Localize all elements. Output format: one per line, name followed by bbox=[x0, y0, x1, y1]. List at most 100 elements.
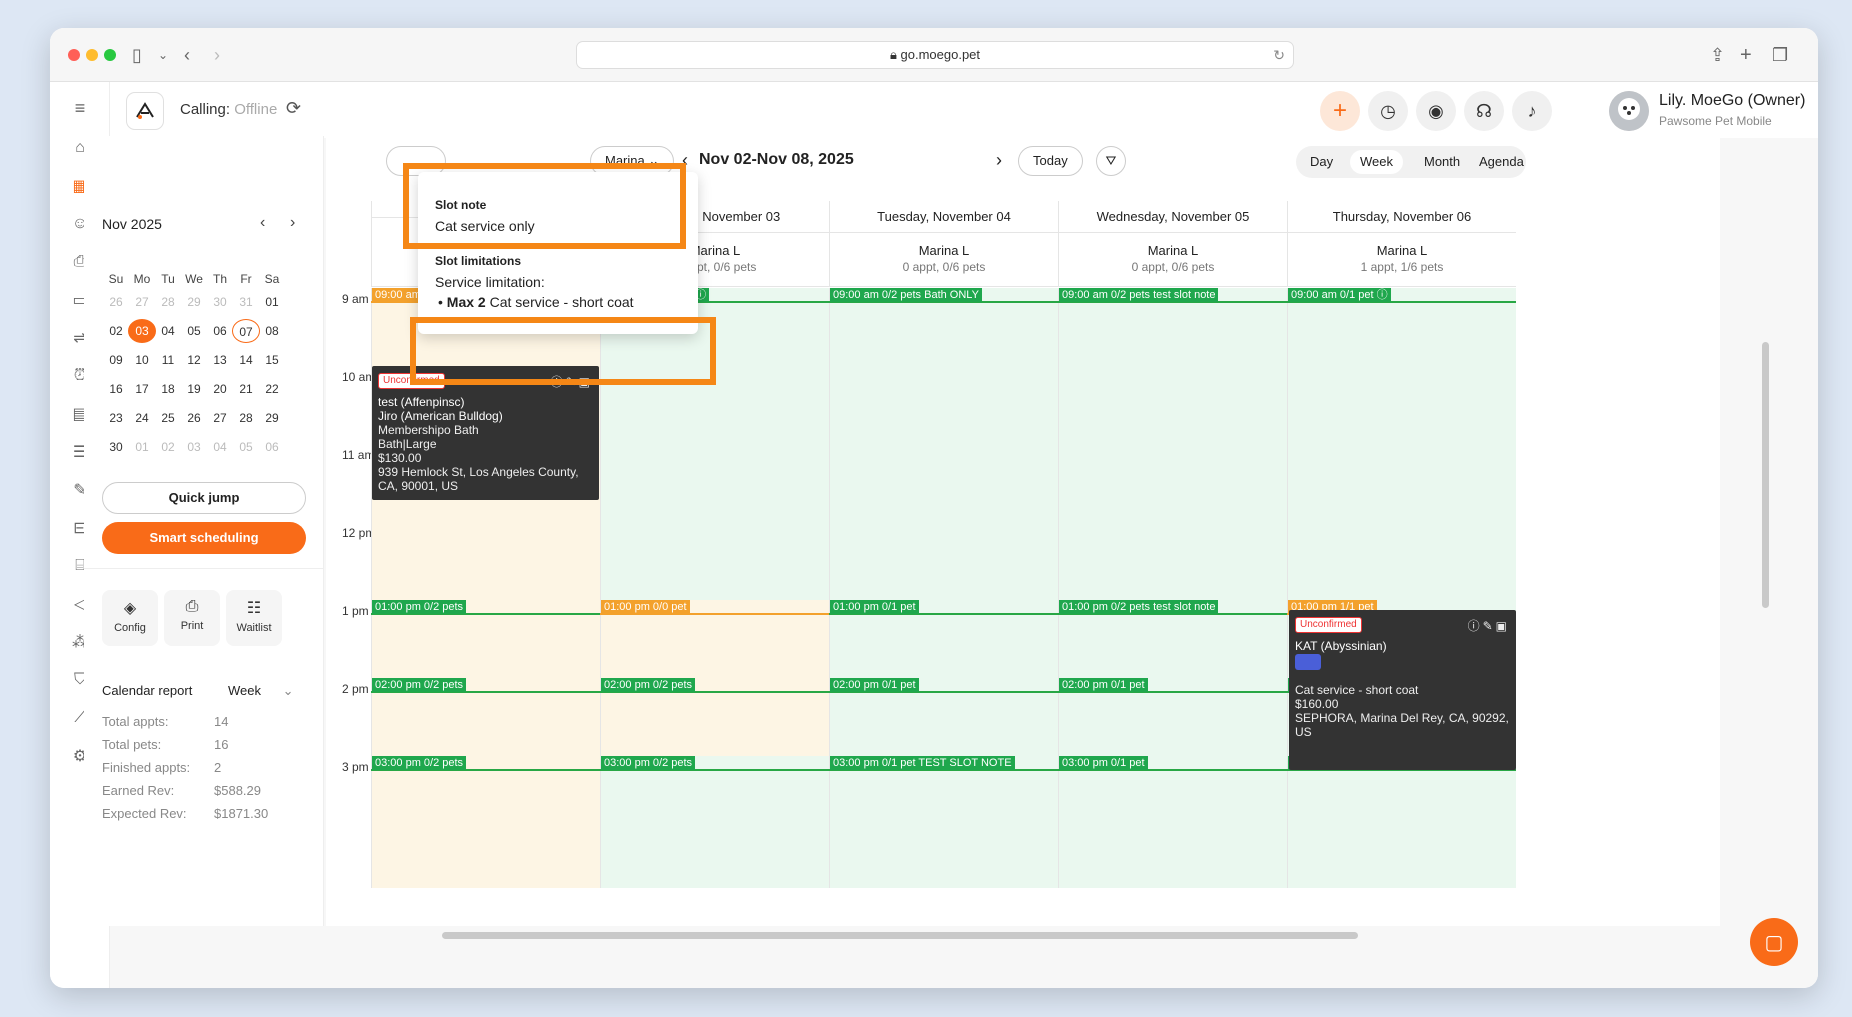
chevron-down-icon[interactable]: ⌄ bbox=[158, 43, 168, 67]
mini-calendar-day[interactable]: 26 bbox=[102, 290, 130, 314]
mini-calendar-day[interactable]: 01 bbox=[128, 435, 156, 459]
mini-calendar-day[interactable]: 13 bbox=[206, 348, 234, 372]
mini-calendar-day[interactable]: 03 bbox=[180, 435, 208, 459]
slot-label[interactable]: 02:00 pm 0/1 pet bbox=[830, 678, 919, 692]
tab-day[interactable]: Day bbox=[1310, 152, 1333, 172]
slot-label[interactable]: 03:00 pm 0/2 pets bbox=[372, 756, 467, 770]
mini-calendar-day[interactable]: 14 bbox=[232, 348, 260, 372]
avatar[interactable] bbox=[1609, 91, 1649, 131]
share-icon[interactable]: ⇪ bbox=[1710, 43, 1725, 67]
moego-logo[interactable] bbox=[126, 92, 164, 130]
filter-icon[interactable]: ⛛ bbox=[1096, 146, 1126, 176]
mini-calendar-day[interactable]: 24 bbox=[128, 406, 156, 430]
mini-calendar-day[interactable]: 08 bbox=[258, 319, 286, 343]
headset-icon[interactable]: ☊ bbox=[1464, 91, 1504, 131]
tab-agenda[interactable]: Agenda bbox=[1479, 152, 1524, 172]
mini-calendar-day[interactable]: 31 bbox=[232, 290, 260, 314]
add-button[interactable]: + bbox=[1320, 91, 1360, 131]
appointment-card[interactable]: Unconfirmed ⓘ✎▣ test (Affenpinsc) Jiro (Ame… bbox=[372, 366, 599, 500]
slot-label[interactable]: 02:00 pm 0/1 pet bbox=[1059, 678, 1148, 692]
slot-label[interactable]: 09:00 am 0/1 pet ⓘ bbox=[1288, 288, 1391, 302]
mini-calendar-day[interactable]: 06 bbox=[206, 319, 234, 343]
mini-calendar-day[interactable]: 05 bbox=[232, 435, 260, 459]
slot-label[interactable]: 01:00 pm 0/1 pet bbox=[830, 600, 919, 614]
mini-calendar-day[interactable]: 09 bbox=[102, 348, 130, 372]
mini-calendar-day[interactable]: 28 bbox=[154, 290, 182, 314]
mini-calendar-day[interactable]: 29 bbox=[180, 290, 208, 314]
mini-calendar-day[interactable]: 02 bbox=[102, 319, 130, 343]
back-icon[interactable]: ‹ bbox=[184, 43, 190, 67]
address-bar[interactable]: 🔒︎ go.moego.pet ↻ bbox=[576, 41, 1294, 69]
config-button[interactable]: ◈ Config bbox=[102, 590, 158, 646]
horizontal-scrollbar[interactable] bbox=[442, 932, 1358, 939]
sidebar-toggle-icon[interactable]: ▯ bbox=[132, 43, 142, 67]
slot-label[interactable]: 03:00 pm 0/1 pet bbox=[1059, 756, 1148, 770]
forward-icon[interactable]: › bbox=[214, 43, 220, 67]
mini-calendar-day[interactable]: 06 bbox=[258, 435, 286, 459]
mini-calendar-day[interactable]: 27 bbox=[206, 406, 234, 430]
refresh-icon[interactable]: ⟳ bbox=[286, 98, 301, 119]
next-week-icon[interactable]: › bbox=[996, 150, 1002, 171]
bell-icon[interactable]: ♪ bbox=[1512, 91, 1552, 131]
mini-calendar-day[interactable]: 04 bbox=[206, 435, 234, 459]
mini-calendar-day[interactable]: 30 bbox=[206, 290, 234, 314]
report-period-select[interactable]: Week ⌄ bbox=[228, 683, 294, 699]
mini-calendar-day[interactable]: 21 bbox=[232, 377, 260, 401]
print-button[interactable]: ⎙ Print bbox=[164, 590, 220, 646]
mini-calendar-day[interactable]: 19 bbox=[180, 377, 208, 401]
slot-label[interactable]: 01:00 pm 0/2 pets test slot note bbox=[1059, 600, 1219, 614]
user-name[interactable]: Lily. MoeGo (Owner) bbox=[1659, 92, 1805, 110]
slot-label[interactable]: 03:00 pm 0/1 pet TEST SLOT NOTE bbox=[830, 756, 1015, 770]
mini-calendar-day[interactable]: 17 bbox=[128, 377, 156, 401]
reload-icon[interactable]: ↻ bbox=[1273, 42, 1285, 68]
minimize-window-button[interactable] bbox=[86, 49, 98, 61]
appointment-action-icons[interactable]: ⓘ✎▣ bbox=[1468, 617, 1510, 634]
day-column-body[interactable] bbox=[1287, 288, 1516, 888]
menu-icon[interactable]: ≡ bbox=[68, 96, 92, 120]
tabs-overview-icon[interactable]: ❐ bbox=[1772, 43, 1788, 67]
mini-calendar-day[interactable]: 07 bbox=[232, 319, 260, 343]
mini-calendar-day[interactable]: 22 bbox=[258, 377, 286, 401]
tab-month[interactable]: Month bbox=[1424, 152, 1460, 172]
mini-calendar-day[interactable]: 26 bbox=[180, 406, 208, 430]
clock-icon[interactable]: ◷ bbox=[1368, 91, 1408, 131]
slot-label[interactable]: 02:00 pm 0/2 pets bbox=[601, 678, 696, 692]
slot-label[interactable]: 01:00 pm 0/2 pets bbox=[372, 600, 467, 614]
waitlist-button[interactable]: ☷ Waitlist bbox=[226, 590, 282, 646]
mini-calendar-day[interactable]: 01 bbox=[258, 290, 286, 314]
prev-month-icon[interactable]: ‹ bbox=[260, 214, 265, 232]
slot-label[interactable]: 09:00 am 0/2 pets test slot note bbox=[1059, 288, 1219, 302]
appointment-card[interactable]: Unconfirmed ⓘ✎▣ KAT (Abyssinian) Cat servic… bbox=[1289, 610, 1516, 770]
new-tab-icon[interactable]: + bbox=[1740, 43, 1752, 67]
slot-label[interactable]: 01:00 pm 0/0 pet bbox=[601, 600, 690, 614]
day-column-body[interactable] bbox=[1058, 288, 1287, 888]
mini-calendar-day[interactable]: 30 bbox=[102, 435, 130, 459]
mini-calendar-day[interactable]: 25 bbox=[154, 406, 182, 430]
mini-calendar-day[interactable]: 16 bbox=[102, 377, 130, 401]
slot-label[interactable]: 03:00 pm 0/2 pets bbox=[601, 756, 696, 770]
slot-label[interactable]: 02:00 pm 0/2 pets bbox=[372, 678, 467, 692]
next-month-icon[interactable]: › bbox=[290, 214, 295, 232]
mini-calendar-day[interactable]: 04 bbox=[154, 319, 182, 343]
close-window-button[interactable] bbox=[68, 49, 80, 61]
mini-calendar-day[interactable]: 11 bbox=[154, 348, 182, 372]
mini-calendar-day[interactable]: 18 bbox=[154, 377, 182, 401]
maximize-window-button[interactable] bbox=[104, 49, 116, 61]
mini-calendar-day[interactable]: 28 bbox=[232, 406, 260, 430]
slot-label[interactable]: 09:00 am 0/2 pets Bath ONLY bbox=[830, 288, 982, 302]
day-column-body[interactable] bbox=[829, 288, 1058, 888]
smart-scheduling-button[interactable]: Smart scheduling bbox=[102, 522, 306, 554]
mini-calendar-day[interactable]: 05 bbox=[180, 319, 208, 343]
mini-calendar-day[interactable]: 15 bbox=[258, 348, 286, 372]
today-button[interactable]: Today bbox=[1018, 146, 1083, 176]
mini-calendar-day[interactable]: 12 bbox=[180, 348, 208, 372]
ai-assistant-icon[interactable]: ◉ bbox=[1416, 91, 1456, 131]
tab-week[interactable]: Week bbox=[1350, 150, 1403, 174]
mini-calendar-day[interactable]: 20 bbox=[206, 377, 234, 401]
mini-calendar-day[interactable]: 27 bbox=[128, 290, 156, 314]
mini-calendar-day[interactable]: 10 bbox=[128, 348, 156, 372]
mini-calendar-day[interactable]: 03 bbox=[128, 319, 156, 343]
chat-button[interactable]: ▢ bbox=[1750, 918, 1798, 966]
mini-calendar-day[interactable]: 29 bbox=[258, 406, 286, 430]
vertical-scrollbar[interactable] bbox=[1762, 342, 1769, 608]
